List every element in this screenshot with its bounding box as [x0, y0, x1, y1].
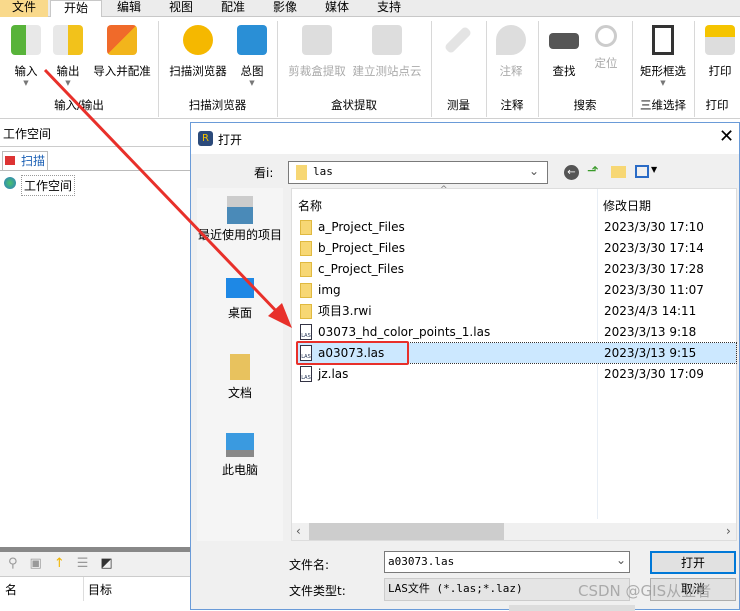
annotation-arrow: [43, 68, 292, 328]
arrow-line: [43, 68, 282, 317]
